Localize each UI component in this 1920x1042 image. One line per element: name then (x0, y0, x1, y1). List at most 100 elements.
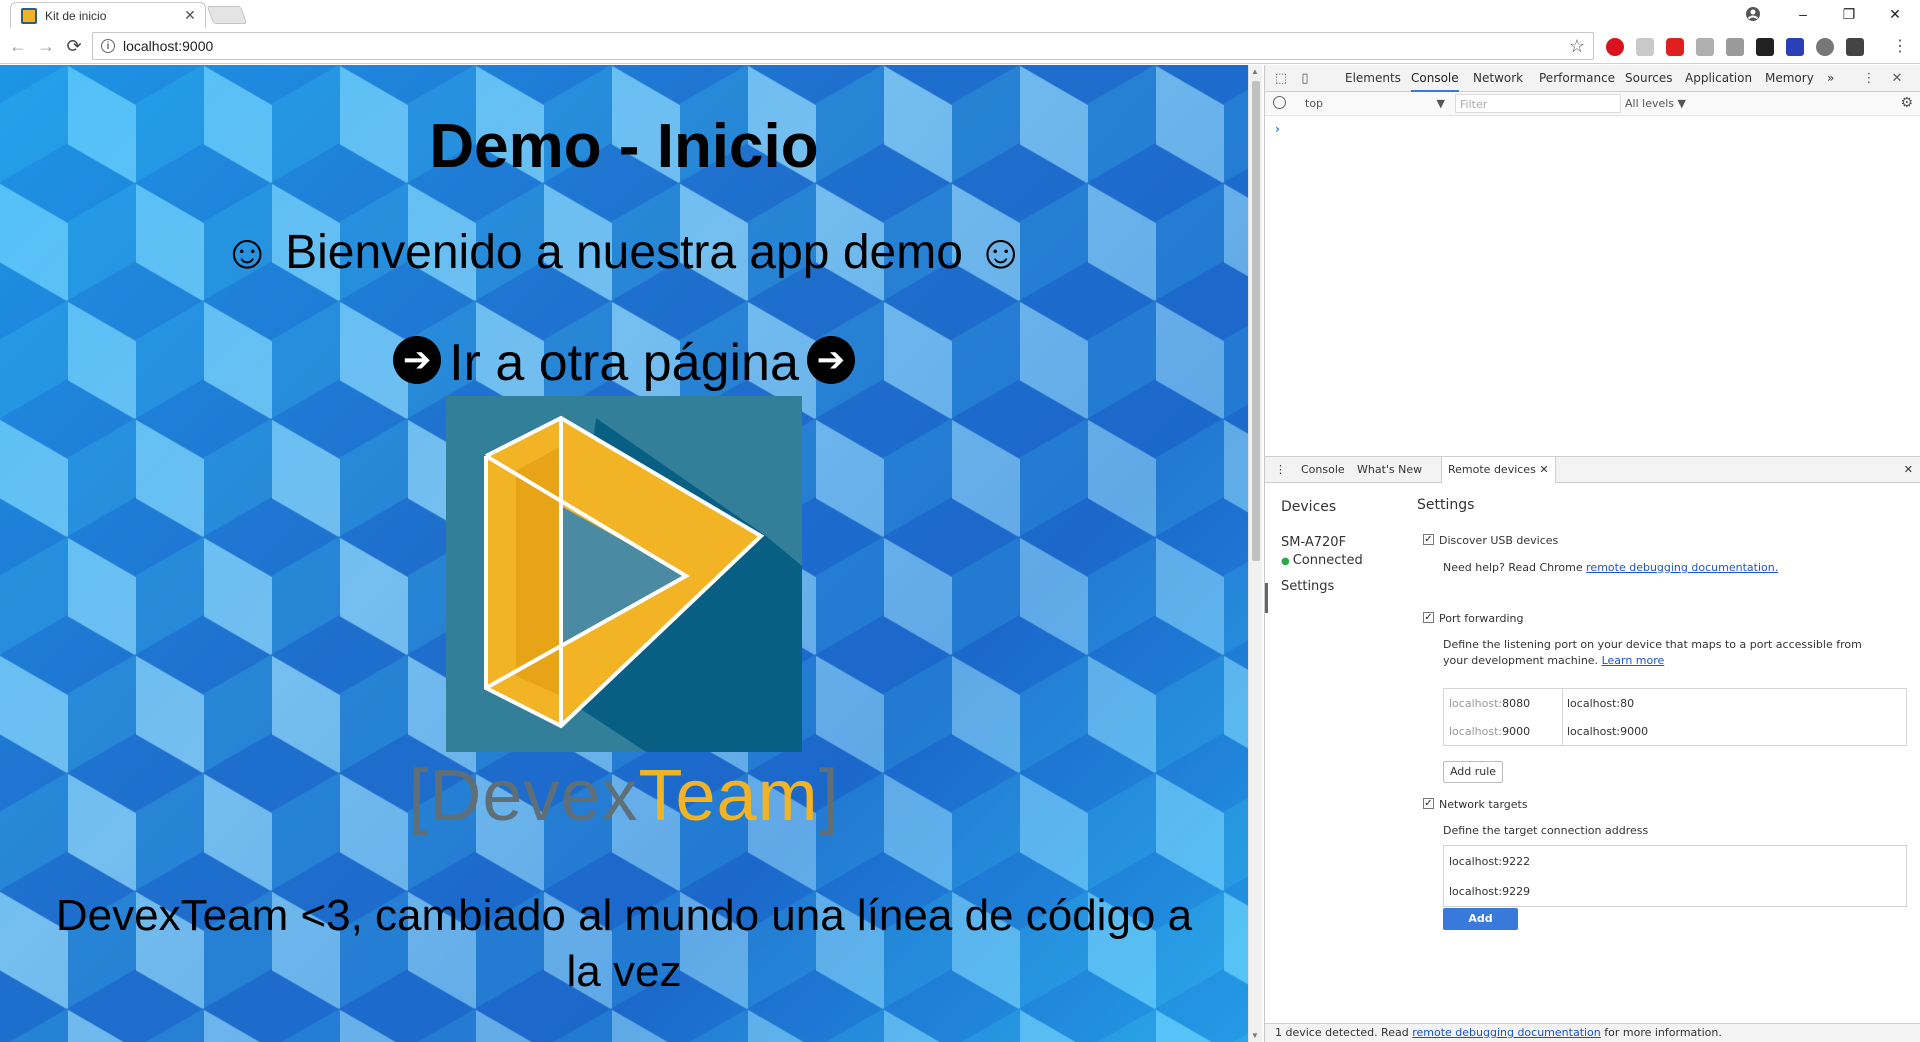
list-item[interactable]: localhost:9222 (1444, 846, 1906, 876)
page-scrollbar[interactable]: ▲ ▼ (1248, 65, 1262, 1042)
port-forwarding-label: Port forwarding (1439, 612, 1524, 625)
tab-console[interactable]: Console (1411, 65, 1459, 92)
tab-application[interactable]: Application (1685, 65, 1752, 92)
scroll-down-icon[interactable]: ▼ (1251, 1031, 1259, 1040)
sidebar-item-device[interactable]: SM-A720F (1281, 535, 1346, 550)
console-output[interactable]: › (1265, 116, 1920, 456)
inspect-element-icon[interactable]: ⬚ (1273, 70, 1289, 86)
context-value: top (1305, 97, 1324, 110)
drawer-menu-icon[interactable]: ⋮ (1275, 457, 1286, 483)
port-forwarding-desc: Define the listening port on your device… (1443, 637, 1883, 669)
add-rule-button[interactable]: Add rule (1443, 761, 1503, 783)
screenshot-extension-icon[interactable] (1696, 38, 1714, 56)
devices-heading: Devices (1281, 499, 1337, 515)
discover-usb-label: Discover USB devices (1439, 534, 1559, 547)
address-bar[interactable]: i localhost:9000 ☆ (92, 32, 1594, 60)
tab-performance[interactable]: Performance (1539, 65, 1615, 92)
scroll-thumb[interactable] (1252, 81, 1260, 561)
log-levels-dropdown[interactable]: All levels ▼ (1625, 97, 1686, 110)
learn-more-link[interactable]: Learn more (1602, 654, 1665, 667)
mask-extension-icon[interactable] (1756, 38, 1774, 56)
drawer-tab-whats-new[interactable]: What's New (1357, 457, 1422, 483)
local-address-cell: localhost:9000 (1567, 725, 1649, 738)
network-targets-table: localhost:9222 localhost:9229 (1443, 845, 1907, 907)
info-extension-icon[interactable] (1786, 38, 1804, 56)
context-selector[interactable]: top ▼ (1305, 97, 1445, 110)
status-suffix: for more information. (1600, 1026, 1722, 1039)
device-host: localhost: (1449, 697, 1503, 710)
device-port-cell: localhost:8080 (1449, 697, 1530, 710)
info-icon[interactable]: i (101, 39, 115, 53)
logo-wordmark: [DevexTeam] (0, 755, 1248, 837)
logo-devex: Devex (429, 756, 639, 836)
close-tab-icon[interactable]: ✕ (1539, 463, 1548, 476)
bookmark-star-icon[interactable]: ☆ (1569, 36, 1585, 57)
status-bar: 1 device detected. Read remote debugging… (1265, 1023, 1920, 1042)
tab-elements[interactable]: Elements (1345, 65, 1401, 92)
bolt-extension-icon[interactable] (1816, 38, 1834, 56)
add-address-button[interactable]: Add address (1443, 908, 1518, 947)
help-text: Need help? Read Chrome remote debugging … (1443, 561, 1778, 574)
tab-network[interactable]: Network (1473, 65, 1523, 92)
network-targets-label: Network targets (1439, 798, 1528, 811)
page-title: Demo - Inicio (429, 112, 819, 181)
restore-button[interactable]: ❐ (1826, 0, 1872, 28)
back-button[interactable]: ← (6, 34, 30, 58)
clear-console-icon[interactable] (1273, 96, 1286, 109)
other-page-link[interactable]: ➔ Ir a otra página ➔ (0, 333, 1248, 393)
close-window-button[interactable]: ✕ (1872, 0, 1918, 28)
logo-bracket-open: [ (408, 756, 430, 836)
tab-title: Kit de inicio (45, 8, 107, 23)
help-docs-link[interactable]: remote debugging documentation. (1586, 561, 1778, 574)
tagline: DevexTeam <3, cambiado al mundo una líne… (0, 888, 1248, 1000)
browser-tab[interactable]: Kit de inicio ✕ (10, 2, 206, 28)
tab-sources[interactable]: Sources (1625, 65, 1672, 92)
port-forwarding-checkbox[interactable]: ✓ (1423, 612, 1434, 623)
profile-button[interactable] (1730, 0, 1776, 28)
sidebar-selection-marker (1265, 583, 1268, 613)
tab-close-icon[interactable]: ✕ (181, 7, 199, 24)
browser-titlebar: Kit de inicio ✕ – ❐ ✕ (0, 0, 1920, 28)
pdf-extension-icon[interactable] (1636, 38, 1654, 56)
table-row[interactable]: localhost:8080 localhost:80 (1444, 689, 1906, 717)
close-devtools-icon[interactable]: ✕ (1889, 70, 1905, 86)
tab-memory[interactable]: Memory (1765, 65, 1814, 92)
forward-button[interactable]: → (34, 34, 58, 58)
table-row[interactable]: localhost:9000 localhost:9000 (1444, 717, 1906, 745)
drawer-tab-console[interactable]: Console (1301, 457, 1345, 483)
arrow-right-icon: ➔ (806, 336, 855, 385)
console-prompt[interactable]: › (1275, 122, 1280, 136)
device-toolbar-icon[interactable]: ▯ (1297, 70, 1313, 86)
device-status-text: Connected (1292, 553, 1363, 568)
minimize-button[interactable]: – (1780, 0, 1826, 28)
person-icon (1746, 7, 1760, 21)
connected-dot-icon: ● (1281, 556, 1290, 567)
logo-image (446, 396, 802, 752)
browser-menu-icon[interactable]: ⋮ (1892, 38, 1908, 56)
device-host: localhost: (1449, 725, 1503, 738)
network-targets-checkbox[interactable]: ✓ (1423, 798, 1434, 809)
console-filter-input[interactable]: Filter (1455, 94, 1621, 113)
settings-heading: Settings (1417, 497, 1475, 513)
logo-bracket-close: ] (818, 756, 840, 836)
device-status: ● Connected (1281, 553, 1363, 568)
more-tabs-button[interactable]: » (1827, 65, 1834, 92)
devtools-panel: ⬚ ▯ Elements Console Network Performance… (1264, 65, 1920, 1042)
close-drawer-icon[interactable]: ✕ (1904, 457, 1913, 483)
reload-button[interactable]: ⟳ (62, 34, 86, 58)
youtube-extension-icon[interactable] (1666, 38, 1684, 56)
scroll-up-icon[interactable]: ▲ (1251, 67, 1259, 76)
new-tab-button[interactable] (206, 6, 248, 24)
list-item[interactable]: localhost:9229 (1444, 876, 1906, 906)
status-docs-link[interactable]: remote debugging documentation (1412, 1026, 1601, 1039)
discover-usb-checkbox[interactable]: ✓ (1423, 534, 1434, 545)
page-viewport: Demo - Inicio ☺ Bienvenido a nuestra app… (0, 65, 1248, 1042)
drawer-tab-remote-devices[interactable]: Remote devices ✕ (1441, 457, 1556, 483)
opera-extension-icon[interactable] (1606, 38, 1624, 56)
color-picker-extension-icon[interactable] (1726, 38, 1744, 56)
console-settings-gear-icon[interactable]: ⚙ (1900, 95, 1913, 111)
device-port-cell: localhost:9000 (1449, 725, 1530, 738)
pocket-extension-icon[interactable] (1846, 38, 1864, 56)
devtools-menu-icon[interactable]: ⋮ (1861, 70, 1877, 86)
sidebar-item-settings[interactable]: Settings (1281, 579, 1334, 594)
